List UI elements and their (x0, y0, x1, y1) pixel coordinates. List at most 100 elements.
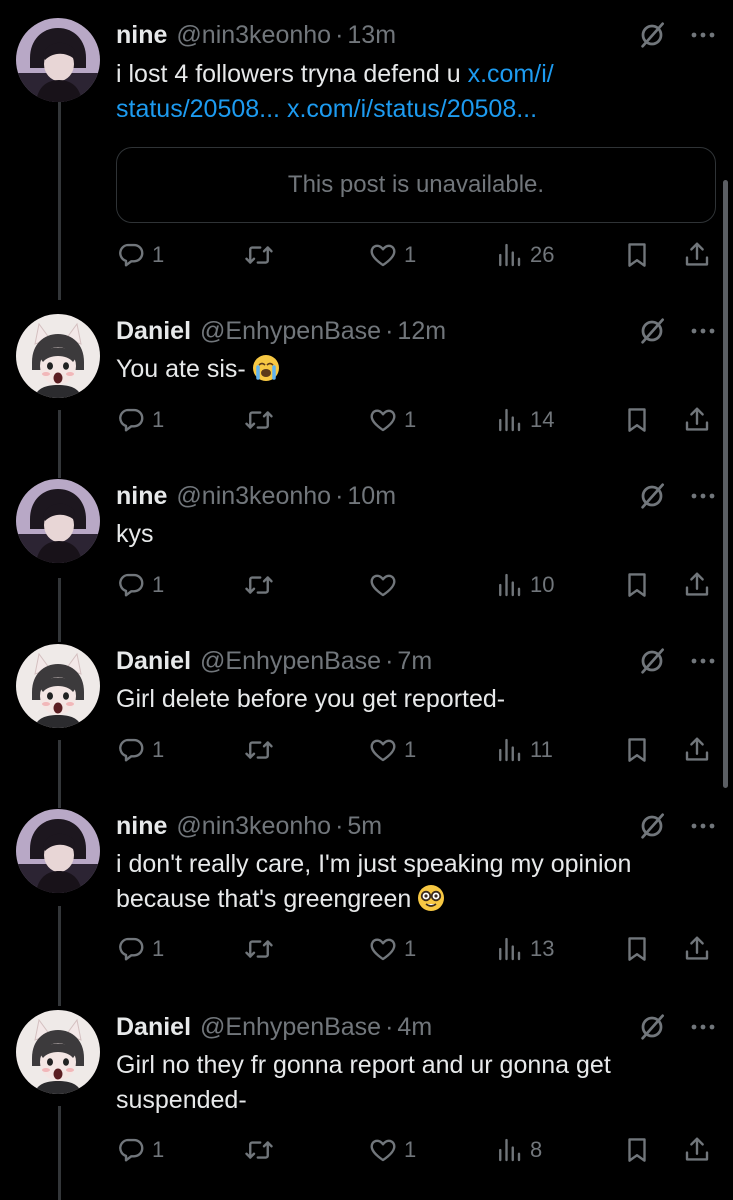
display-name[interactable]: Daniel (116, 1013, 191, 1042)
like-count: 1 (404, 1137, 417, 1162)
like-button[interactable]: 1 (368, 237, 416, 273)
share-button[interactable] (682, 402, 712, 438)
tweet-link[interactable]: status/20508... x.com/i/status/20508... (116, 95, 537, 123)
timestamp[interactable]: 13m (347, 21, 396, 50)
grok-icon[interactable] (637, 316, 667, 346)
share-button[interactable] (682, 1132, 712, 1168)
like-button[interactable]: 1 (368, 402, 416, 438)
views-icon (494, 934, 524, 964)
display-name[interactable]: nine (116, 812, 167, 841)
views-button[interactable]: 8 (494, 1132, 542, 1168)
views-icon (494, 735, 524, 765)
user-handle[interactable]: @EnhypenBase (200, 647, 381, 676)
views-button[interactable]: 13 (494, 931, 554, 967)
repost-button[interactable] (244, 402, 280, 438)
avatar[interactable] (16, 1010, 100, 1094)
grok-icon[interactable] (637, 20, 667, 50)
user-handle[interactable]: @nin3keonho (176, 482, 331, 511)
more-options-icon[interactable] (689, 25, 717, 45)
more-options-icon[interactable] (689, 1017, 717, 1037)
grok-icon[interactable] (637, 1012, 667, 1042)
avatar[interactable] (16, 314, 100, 398)
timestamp[interactable]: 10m (347, 482, 396, 511)
repost-button[interactable] (244, 567, 280, 603)
view-count: 26 (530, 242, 555, 267)
view-count: 13 (530, 936, 555, 961)
tweet-text: i lost 4 followers tryna defend u x.com/… (116, 57, 717, 127)
reply-icon (116, 240, 146, 270)
more-options-icon[interactable] (689, 486, 717, 506)
heart-icon (368, 240, 398, 270)
avatar[interactable] (16, 18, 100, 102)
share-icon (682, 735, 712, 765)
views-button[interactable]: 10 (494, 567, 554, 603)
grok-icon[interactable] (637, 811, 667, 841)
bookmark-button[interactable] (622, 1132, 652, 1168)
reply-button[interactable]: 1 (116, 931, 164, 967)
display-name[interactable]: nine (116, 21, 167, 50)
user-handle[interactable]: @nin3keonho (176, 812, 331, 841)
reply-button[interactable]: 1 (116, 567, 164, 603)
action-bar: 1 1 26 (116, 237, 717, 273)
share-icon (682, 570, 712, 600)
repost-button[interactable] (244, 237, 280, 273)
user-handle[interactable]: @EnhypenBase (200, 317, 381, 346)
user-handle[interactable]: @EnhypenBase (200, 1013, 381, 1042)
like-button[interactable]: 1 (368, 931, 416, 967)
bookmark-button[interactable] (622, 237, 652, 273)
tweet-text-line: because that's greengreen (116, 885, 412, 913)
like-button[interactable]: 1 (368, 1132, 416, 1168)
share-button[interactable] (682, 567, 712, 603)
timestamp[interactable]: 12m (397, 317, 446, 346)
grok-icon[interactable] (637, 646, 667, 676)
nerd-face-emoji (418, 885, 445, 911)
view-count: 10 (530, 572, 555, 597)
tweet-text: Girl delete before you get reported- (116, 685, 506, 713)
tweet-link[interactable]: x.com/i/ (468, 60, 554, 88)
timestamp[interactable]: 7m (397, 647, 432, 676)
share-button[interactable] (682, 931, 712, 967)
share-icon (682, 240, 712, 270)
share-icon (682, 405, 712, 435)
bookmark-button[interactable] (622, 567, 652, 603)
grok-icon[interactable] (637, 481, 667, 511)
avatar[interactable] (16, 479, 100, 563)
heart-icon (368, 1135, 398, 1165)
thread-line (58, 578, 61, 642)
display-name[interactable]: nine (116, 482, 167, 511)
share-button[interactable] (682, 237, 712, 273)
more-options-icon[interactable] (689, 816, 717, 836)
like-button[interactable]: 1 (368, 732, 416, 768)
repost-button[interactable] (244, 931, 280, 967)
display-name[interactable]: Daniel (116, 647, 191, 676)
user-handle[interactable]: @nin3keonho (176, 21, 331, 50)
views-button[interactable]: 11 (494, 732, 553, 768)
views-button[interactable]: 26 (494, 237, 554, 273)
views-button[interactable]: 14 (494, 402, 554, 438)
repost-button[interactable] (244, 732, 280, 768)
timestamp[interactable]: 5m (347, 812, 382, 841)
bookmark-button[interactable] (622, 931, 652, 967)
more-options-icon[interactable] (689, 651, 717, 671)
avatar[interactable] (16, 809, 100, 893)
like-button[interactable] (368, 567, 404, 603)
reply-button[interactable]: 1 (116, 402, 164, 438)
action-bar: 1 1 11 (116, 732, 717, 768)
repost-button[interactable] (244, 1132, 280, 1168)
reply-button[interactable]: 1 (116, 732, 164, 768)
heart-icon (368, 735, 398, 765)
bookmark-button[interactable] (622, 732, 652, 768)
separator-dot: · (335, 811, 344, 840)
reply-button[interactable]: 1 (116, 1132, 164, 1168)
avatar[interactable] (16, 644, 100, 728)
reply-icon (116, 570, 146, 600)
view-count: 14 (530, 407, 555, 432)
bookmark-button[interactable] (622, 402, 652, 438)
reply-button[interactable]: 1 (116, 237, 164, 273)
scrollbar[interactable] (723, 180, 728, 788)
more-options-icon[interactable] (689, 321, 717, 341)
timestamp[interactable]: 4m (397, 1013, 432, 1042)
display-name[interactable]: Daniel (116, 317, 191, 346)
share-button[interactable] (682, 732, 712, 768)
action-bar: 1 1 13 (116, 931, 717, 967)
